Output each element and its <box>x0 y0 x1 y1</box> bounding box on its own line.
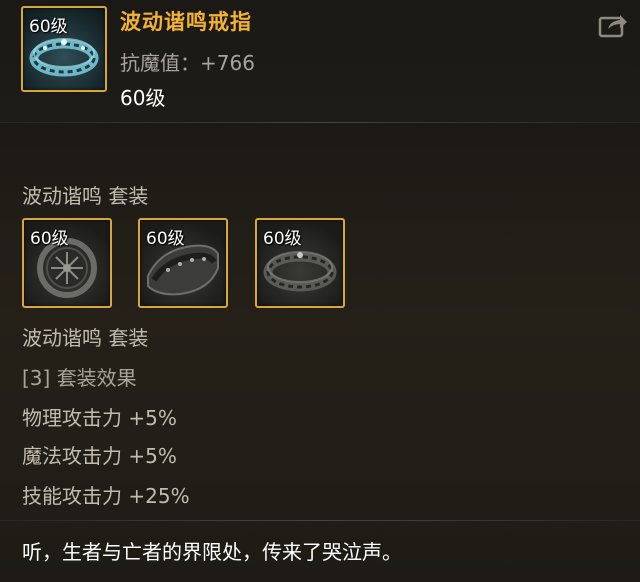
set-bonus-skill-attack: 技能攻击力 +25% <box>22 484 190 508</box>
item-required-level: 60级 <box>120 86 166 110</box>
set-piece-3-level: 60级 <box>263 229 302 249</box>
item-icon-slot[interactable]: 60级 <box>21 6 107 92</box>
set-piece-2-level: 60级 <box>146 229 185 249</box>
set-bonus-physical-attack: 物理攻击力 +5% <box>22 406 177 430</box>
set-piece-2-slot[interactable]: 60级 <box>138 218 228 308</box>
set-bonus-magic-attack: 魔法攻击力 +5% <box>22 444 177 468</box>
item-tooltip-panel: 60级 波动谐鸣戒指 抗魔值：+766 60级 波动谐鸣 套装 60级 60级 … <box>0 0 640 582</box>
set-title-bottom: 波动谐鸣 套装 <box>22 326 149 350</box>
flavor-text: 听，生者与亡者的界限处，传来了哭泣声。 <box>22 540 402 564</box>
set-piece-1-level: 60级 <box>30 229 69 249</box>
set-title-top: 波动谐鸣 套装 <box>22 184 149 208</box>
set-piece-3-slot[interactable]: 60级 <box>255 218 345 308</box>
header-divider <box>0 122 640 123</box>
set-piece-1-slot[interactable]: 60级 <box>22 218 112 308</box>
item-name: 波动谐鸣戒指 <box>120 10 252 34</box>
share-button[interactable] <box>598 12 628 38</box>
item-stat-magic-resistance: 抗魔值：+766 <box>120 51 255 75</box>
flavor-divider <box>0 520 640 521</box>
item-level-badge: 60级 <box>29 17 68 37</box>
share-icon <box>598 15 627 38</box>
set-bonus-header: [3] 套装效果 <box>22 366 137 390</box>
